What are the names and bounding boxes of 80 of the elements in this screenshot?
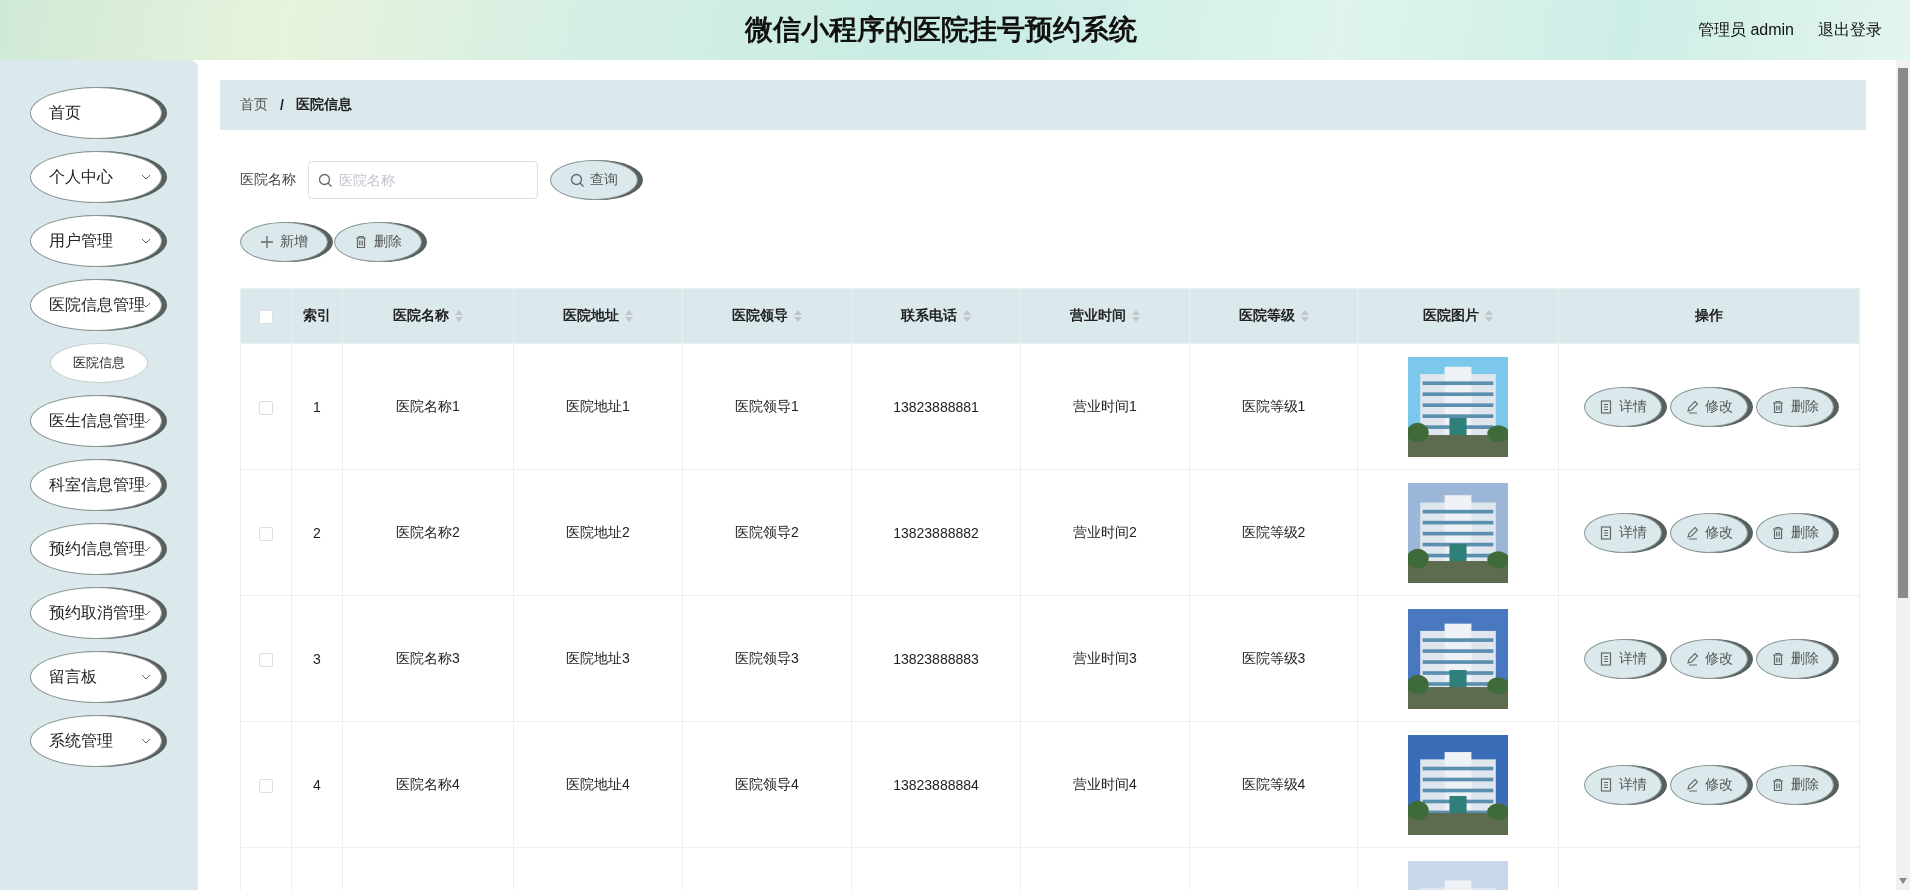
trash-icon [1771,525,1785,540]
column-header[interactable]: 医院地址 [563,307,619,324]
column-header[interactable]: 医院等级 [1238,307,1295,324]
scrollbar-thumb[interactable] [1898,68,1908,598]
trash-icon [354,235,368,249]
table-cell: 营业时间3 [1073,649,1137,666]
table-cell: 医院领导4 [735,775,799,792]
table-cell: 13823888884 [893,776,979,793]
table-cell: 医院地址3 [566,649,630,666]
pencil-icon [1685,777,1699,792]
table-cell: 医院地址4 [566,775,630,792]
chevron-down-icon [141,738,151,744]
chevron-down-icon [141,674,151,680]
sort-icon [963,310,971,323]
sort-icon [625,310,633,323]
table-cell: 营业时间2 [1073,523,1137,540]
sort-icon [1132,310,1140,323]
column-header[interactable]: 联系电话 [901,307,957,324]
breadcrumb-item[interactable]: 首页 [240,96,268,114]
table-cell: 医院领导1 [735,397,799,414]
logout-link[interactable]: 退出登录 [1818,19,1882,41]
table-cell: 13823888883 [893,650,979,667]
column-header: 索引 [303,307,331,324]
sort-icon [794,310,802,323]
table-cell: 医院名称4 [396,775,460,792]
document-icon [1599,399,1613,414]
table-cell: 营业时间4 [1073,775,1137,792]
table-cell: 2 [313,524,321,541]
trash-icon [1771,651,1785,666]
table-cell: 4 [313,776,321,793]
search-icon [570,173,584,187]
breadcrumb-separator: / [280,97,284,113]
table-cell: 医院地址1 [566,397,630,414]
table-cell: 营业时间1 [1073,397,1137,414]
table-cell: 医院等级1 [1241,397,1306,414]
table-cell: 医院名称3 [396,649,460,666]
table-cell: 医院等级3 [1241,649,1306,666]
column-header: 操作 [1695,307,1723,324]
pencil-icon [1685,525,1699,540]
pencil-icon [1685,399,1699,414]
table-cell: 1 [313,398,321,415]
table-cell: 医院领导3 [735,649,799,666]
search-icon [318,173,332,187]
table-cell: 13823888882 [893,524,979,541]
checkbox[interactable] [259,778,273,793]
table-cell: 医院地址2 [566,523,630,540]
document-icon [1599,651,1613,666]
checkbox[interactable] [259,652,273,667]
column-header[interactable]: 医院领导 [732,307,788,324]
table-cell: 医院名称2 [396,523,460,540]
search-field[interactable]: 医院名称 [308,161,538,199]
table-cell: 医院等级4 [1241,775,1306,792]
table-cell: 医院等级2 [1241,523,1306,540]
trash-icon [1771,777,1785,792]
document-icon [1599,525,1613,540]
checkbox[interactable] [259,526,273,541]
chevron-down-icon [141,174,151,180]
sort-icon [455,310,463,323]
table-cell: 13823888881 [893,398,979,415]
table-cell: 医院名称1 [396,397,460,414]
nav-subitem[interactable]: 医院信息 [50,343,148,383]
table-cell: 医院领导2 [735,523,799,540]
plus-icon [260,235,274,249]
checkbox[interactable] [259,400,273,415]
field-label: 医院名称 [240,171,296,189]
app-title: 微信小程序的医院挂号预约系统 [745,13,1137,47]
sort-icon [1300,310,1309,323]
column-header[interactable]: 医院名称 [393,307,449,324]
document-icon [1599,777,1613,792]
trash-icon [1771,399,1785,414]
sort-icon [1485,310,1493,323]
user-label: 管理员 admin [1697,19,1794,40]
column-header[interactable]: 医院图片 [1423,307,1479,324]
scroll-down-arrow[interactable] [1899,878,1907,884]
table-cell: 3 [313,650,321,667]
chevron-down-icon [141,238,151,244]
checkbox[interactable] [259,310,273,325]
column-header[interactable]: 营业时间 [1070,307,1126,324]
breadcrumb-item: 医院信息 [295,96,352,114]
pencil-icon [1685,651,1699,666]
